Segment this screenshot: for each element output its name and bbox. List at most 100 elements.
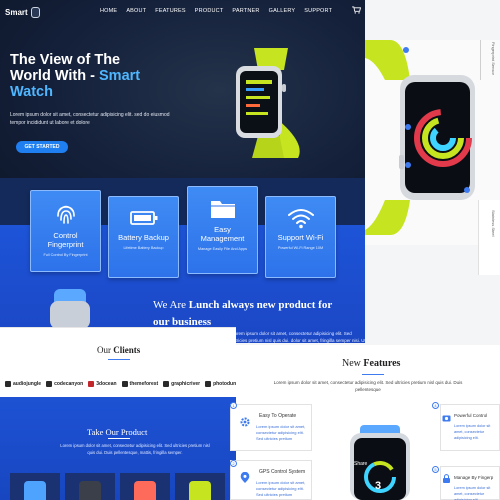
feature-card-wifi[interactable]: Support Wi-Fi Powerful Wi-Fi Range 10M [265, 196, 336, 278]
page: Smart HOME ABOUT FEATURES PRODUCT PARTNE… [0, 0, 500, 500]
nav-product[interactable]: PRODUCT [195, 8, 224, 14]
watch-logo-icon [30, 7, 40, 18]
new-feature-card-2[interactable]: GPS Control System Lorem ipsum dolor sit… [230, 460, 312, 500]
wifi-icon [287, 209, 314, 229]
client-logo-graphicriver[interactable]: graphicriver [163, 381, 200, 387]
feature-desc: Powerful Wi-Fi Range 10M [277, 246, 324, 250]
hero-title-prefix: World With - [10, 68, 99, 84]
product-title-underline [108, 438, 130, 439]
lunch-prefix: We Are [153, 299, 189, 311]
new-features-title-prefix: New [342, 358, 364, 369]
product-watch-blue [24, 481, 46, 500]
codecanyon-icon [46, 381, 53, 387]
client-logo-3docean[interactable]: 3docean [88, 381, 117, 387]
hero-title-accent: Smart [99, 68, 141, 84]
new-feature-title: Manage By Fingerp [454, 475, 494, 480]
new-feature-number: 5 [432, 466, 439, 473]
folder-icon [210, 201, 235, 218]
clients-title-prefix: Our [97, 345, 114, 355]
new-features-title: New Features [342, 358, 400, 369]
feature-card-battery[interactable]: Battery Backup Lifetime Battery Backup [108, 196, 179, 278]
battery-icon [129, 211, 157, 225]
feature-card-fingerprint[interactable]: Control Fingerprint Full Control By Fing… [30, 190, 101, 272]
feature-title: Control Fingerprint [47, 231, 84, 249]
nav-home[interactable]: HOME [100, 8, 117, 14]
themeforest-icon [121, 381, 128, 387]
new-feature-number: 2 [230, 460, 237, 467]
watch-number: 3 [375, 480, 382, 492]
fingerprint-icon [56, 205, 75, 224]
band-watch-image [50, 289, 90, 329]
watch-share-label: Share [354, 461, 368, 467]
new-features-underline [362, 374, 384, 375]
client-name: 3docean [96, 381, 117, 387]
callout-label-top: Fingerprint Sensor [491, 42, 496, 75]
new-feature-number: 1 [230, 402, 237, 409]
3docean-icon [88, 381, 95, 387]
product-watch-green [189, 481, 211, 500]
clients-title-underline [108, 359, 130, 360]
client-name: graphicriver [171, 381, 201, 387]
nav-features[interactable]: FEATURES [155, 8, 186, 14]
feature-desc: Full Control By Fingerprint [43, 253, 88, 257]
product-title: Take Our Product [87, 427, 148, 437]
big-watch-image [365, 40, 475, 235]
hero-subtitle: Lorem ipsum dolor sit amet, consectetur … [10, 112, 170, 126]
new-features-title-bold: Features [363, 358, 401, 369]
callout-label-bottom: Stainless Steel [491, 210, 496, 237]
feature-title: Easy Management [200, 225, 245, 243]
new-feature-card-1[interactable]: Easy To Operate Lorem ipsum dolor sit am… [230, 404, 312, 451]
nav-support[interactable]: SUPPORT [304, 8, 332, 14]
nav-about[interactable]: ABOUT [126, 8, 146, 14]
audiojungle-icon [5, 381, 11, 387]
new-feature-title: GPS Control System [259, 469, 306, 475]
feature-title: Battery Backup [118, 233, 169, 242]
callout-line [480, 40, 481, 80]
client-name: codecanyon [54, 381, 84, 387]
client-logos: audiojungle codecanyon 3docean themefore… [5, 381, 239, 387]
product-text: Lorem ipsum dolor sit amet, consectetur … [60, 443, 210, 455]
gear-icon [240, 417, 250, 427]
new-feature-title: Powerful Control [454, 413, 488, 418]
lunch-bold: Lunch always new product for [188, 299, 333, 311]
client-logo-photodune[interactable]: photodune [205, 381, 239, 387]
client-logo-audiojungle[interactable]: audiojungle [5, 381, 41, 387]
photodune-icon [205, 381, 212, 387]
get-started-button[interactable]: GET STARTED [16, 141, 68, 153]
hero-title-line3: Watch [10, 84, 53, 100]
feature-title: Support Wi-Fi [277, 233, 324, 242]
cart-icon[interactable] [352, 6, 361, 14]
main-nav: HOME ABOUT FEATURES PRODUCT PARTNER GALL… [100, 8, 332, 14]
new-feature-desc: Lorem ipsum dolor sit amet, consectetur … [454, 486, 491, 500]
location-pin-icon [240, 472, 250, 483]
camera-icon [442, 415, 451, 422]
clients-title-bold: Clients [113, 345, 141, 355]
hero-title: The View of The World With - Smart Watch [10, 52, 190, 100]
hero-title-line1: The View of The [10, 52, 121, 68]
new-feature-title: Easy To Operate [259, 413, 297, 419]
new-features-text: Lorem ipsum dolor sit amet, consectetur … [273, 380, 463, 392]
client-name: audiojungle [13, 381, 42, 387]
new-feature-number: 4 [432, 402, 439, 409]
new-feature-desc: Lorem ipsum dolor sit amet, consectetur … [454, 424, 491, 440]
client-logo-themeforest[interactable]: themeforest [121, 381, 159, 387]
new-feature-desc: Lorem ipsum dolor sit amet, consectetur … [256, 480, 306, 497]
product-watch-red [134, 481, 156, 500]
client-logo-codecanyon[interactable]: codecanyon [46, 381, 83, 387]
product-watch-black [79, 481, 101, 500]
lunch-heading: We Are Lunch always new product for our … [153, 297, 368, 331]
feature-desc: Manage Easily File And Apps [197, 247, 248, 251]
clients-title: Our Clients [97, 345, 140, 355]
logo[interactable]: Smart [5, 7, 40, 18]
hero-watch-image [236, 48, 300, 158]
new-feature-card-5[interactable]: Manage By Fingerp Lorem ipsum dolor sit … [440, 466, 500, 500]
feature-desc: Lifetime Battery Backup [123, 246, 164, 250]
nav-gallery[interactable]: GALLERY [269, 8, 296, 14]
feature-card-management[interactable]: Easy Management Manage Easily File And A… [187, 186, 258, 274]
hero-title-line2: World With - Smart [10, 68, 190, 84]
lock-icon [443, 474, 450, 483]
nav-partner[interactable]: PARTNER [232, 8, 259, 14]
client-name: themeforest [129, 381, 159, 387]
new-feature-card-4[interactable]: Powerful Control Lorem ipsum dolor sit a… [440, 404, 500, 451]
logo-text: Smart [5, 8, 28, 17]
